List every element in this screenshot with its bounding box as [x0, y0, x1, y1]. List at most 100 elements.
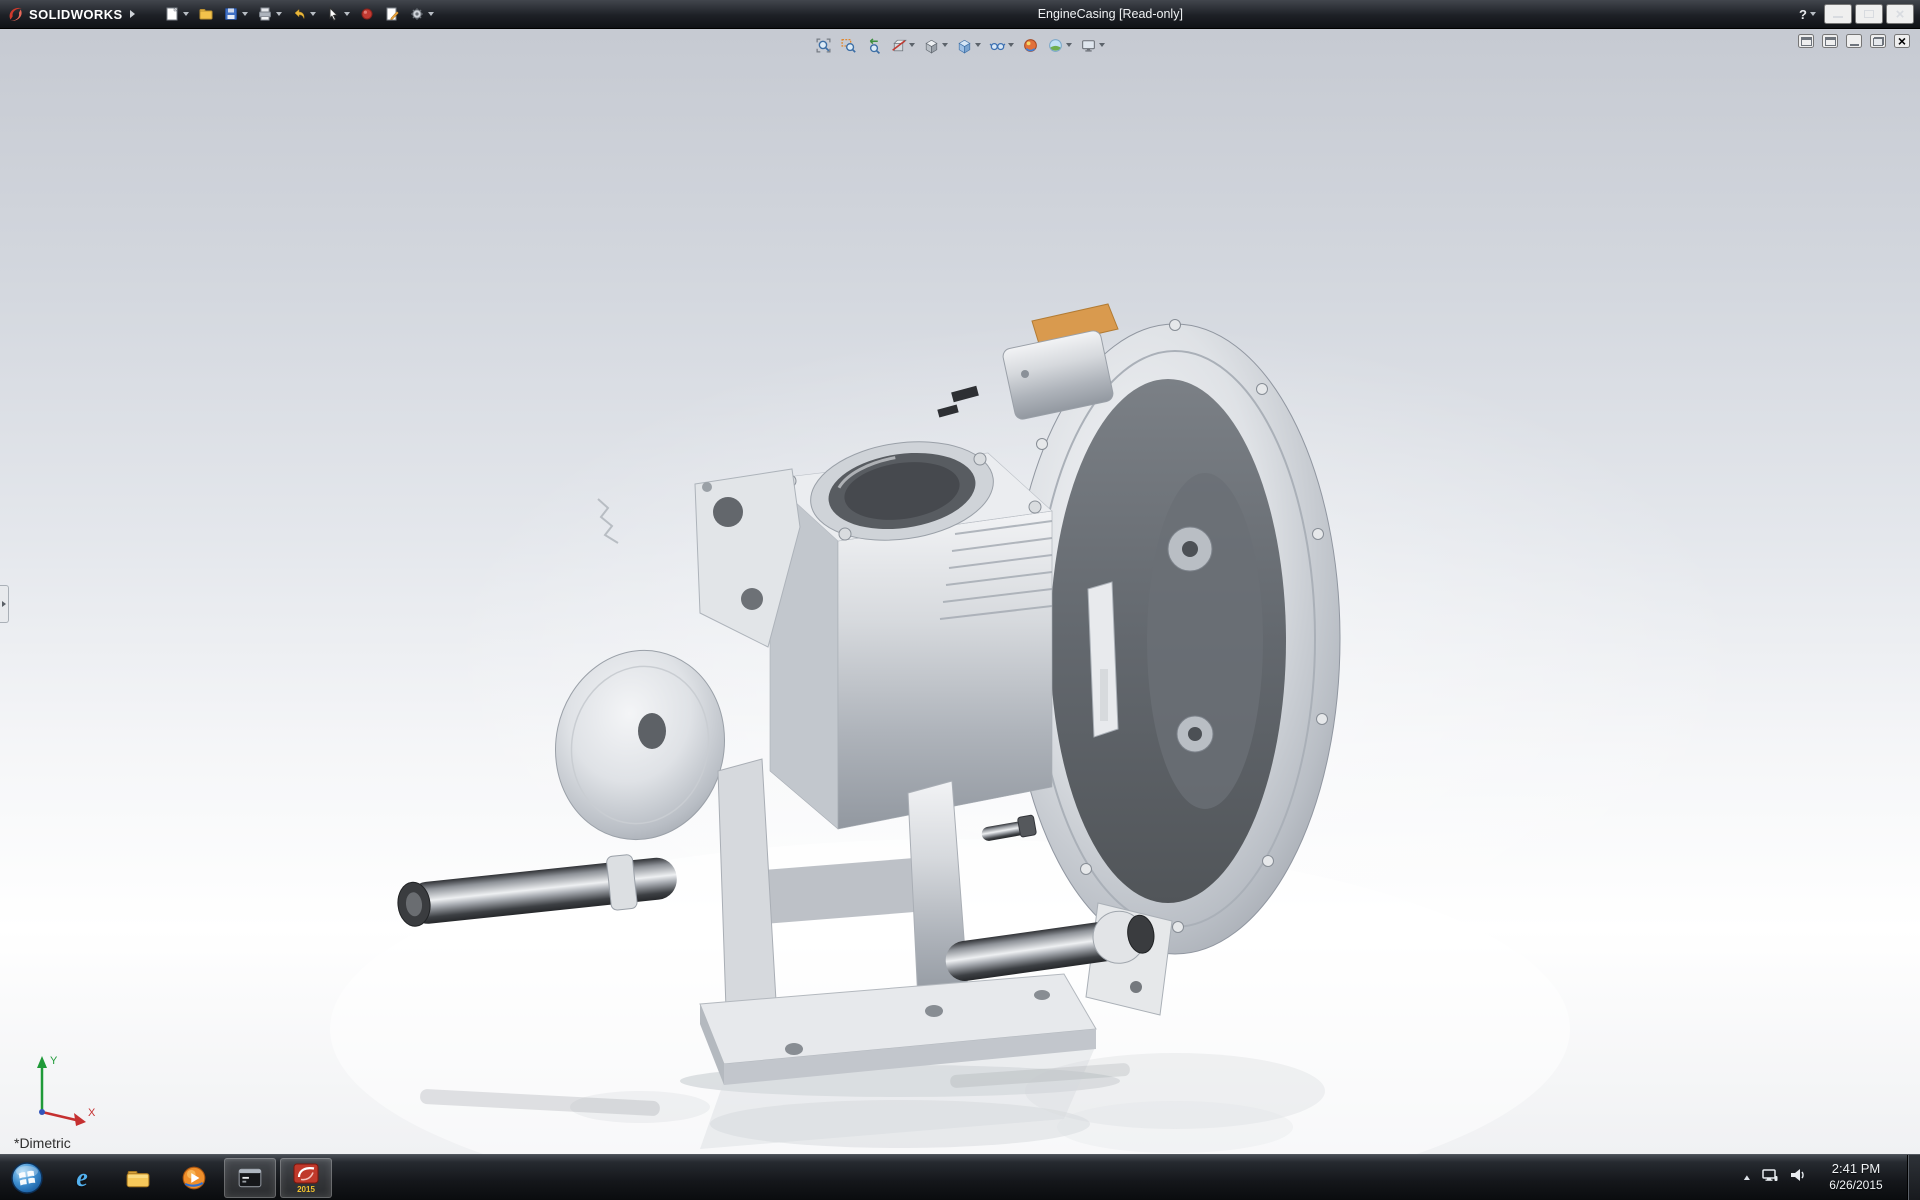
y-axis-arrow-icon [37, 1056, 47, 1068]
doc-cascade-icon [1825, 37, 1836, 46]
network-tray-icon[interactable] [1761, 1166, 1779, 1189]
options-gear-icon [409, 6, 425, 22]
maximize-button[interactable] [1855, 4, 1883, 24]
dropdown-caret-icon [1810, 12, 1816, 16]
solidworks-version-badge: 2015 [297, 1185, 315, 1193]
minimize-icon [1833, 16, 1843, 18]
undo-icon [291, 6, 307, 22]
internet-explorer-icon: e [76, 1165, 88, 1191]
view-orientation-button[interactable] [920, 34, 951, 56]
previous-view-button[interactable] [862, 34, 885, 56]
app-name: SOLIDWORKS [29, 7, 123, 22]
view-settings-button[interactable] [1077, 34, 1108, 56]
doc-restore-icon [1873, 37, 1884, 46]
zoom-to-area-button[interactable] [837, 34, 860, 56]
system-tray: ▲ 2:41 PM 6/26/2015 [1743, 1155, 1920, 1200]
show-desktop-button[interactable] [1907, 1155, 1920, 1200]
volume-tray-icon[interactable] [1789, 1166, 1807, 1189]
minimize-button[interactable] [1824, 4, 1852, 24]
save-icon [223, 6, 239, 22]
dropdown-caret-icon [909, 43, 915, 47]
clock-time: 2:41 PM [1819, 1161, 1893, 1178]
taskbar-media-player[interactable] [168, 1158, 220, 1198]
help-label: ? [1799, 7, 1807, 22]
x-axis-label: X [88, 1107, 96, 1119]
graphics-viewport[interactable]: × Y X *Dimetric [0, 29, 1920, 1154]
clock-date: 6/26/2015 [1819, 1178, 1893, 1194]
zoom-to-fit-button[interactable] [812, 34, 835, 56]
zoom-to-area-icon [840, 37, 857, 54]
panel-expand-arrow-icon [2, 601, 6, 607]
doc-new-window-icon [1801, 37, 1812, 46]
left-disc-part[interactable] [538, 635, 742, 856]
select-cursor-icon [325, 6, 341, 22]
heads-up-toolbar [812, 34, 1108, 56]
open-button[interactable] [195, 3, 217, 25]
hide-show-items-icon [989, 37, 1006, 54]
dropdown-caret-icon [975, 43, 981, 47]
bracket-plate-part[interactable] [598, 469, 800, 647]
window-title: EngineCasing [Read-only] [437, 7, 1784, 21]
ds-logo-icon [6, 5, 24, 23]
options-button[interactable] [406, 3, 437, 25]
doc-cascade-button[interactable] [1822, 34, 1838, 48]
window-controls: ? × [1794, 3, 1914, 25]
close-button[interactable]: × [1886, 4, 1914, 24]
select-button[interactable] [322, 3, 353, 25]
appearance-sphere-icon [359, 6, 375, 22]
file-properties-button[interactable] [381, 3, 403, 25]
taskbar-internet-explorer[interactable]: e [56, 1158, 108, 1198]
media-player-icon [181, 1165, 207, 1191]
view-settings-icon [1080, 37, 1097, 54]
dropdown-caret-icon [276, 12, 282, 16]
new-document-button[interactable] [161, 3, 192, 25]
doc-minimize-icon [1850, 44, 1859, 46]
previous-view-icon [865, 37, 882, 54]
engine-casing-model[interactable] [0, 29, 1920, 1154]
dropdown-caret-icon [428, 12, 434, 16]
view-orientation-label: *Dimetric [14, 1135, 71, 1151]
print-button[interactable] [254, 3, 285, 25]
apply-scene-button[interactable] [1044, 34, 1075, 56]
screen: SOLIDWORKS [0, 0, 1920, 1200]
dropdown-caret-icon [942, 43, 948, 47]
close-icon: × [1896, 7, 1905, 22]
maximize-icon [1864, 10, 1874, 18]
apply-scene-icon [1047, 37, 1064, 54]
small-bolt-part[interactable] [980, 815, 1037, 844]
dropdown-caret-icon [183, 12, 189, 16]
edit-appearance-button[interactable] [1019, 34, 1042, 56]
zoom-to-fit-icon [815, 37, 832, 54]
x-axis-arrow-icon [74, 1113, 86, 1126]
spring-detail [598, 499, 618, 543]
orientation-triad[interactable]: Y X [16, 1050, 100, 1130]
menu-expand-arrow-icon [130, 10, 135, 18]
undo-button[interactable] [288, 3, 319, 25]
doc-new-window-button[interactable] [1798, 34, 1814, 48]
taskbar-items: e [56, 1155, 332, 1200]
solidworks-menu-button[interactable]: SOLIDWORKS [6, 5, 135, 23]
windows-start-orb-icon [10, 1161, 44, 1195]
dropdown-caret-icon [344, 12, 350, 16]
z-axis-dot-icon [39, 1109, 45, 1115]
taskbar-solidworks[interactable]: 2015 [280, 1158, 332, 1198]
dropdown-caret-icon [1066, 43, 1072, 47]
panel-expand-tab[interactable] [0, 585, 9, 623]
hide-show-items-button[interactable] [986, 34, 1017, 56]
help-button[interactable]: ? [1794, 3, 1821, 25]
save-button[interactable] [220, 3, 251, 25]
doc-minimize-button[interactable] [1846, 34, 1862, 48]
section-view-button[interactable] [887, 34, 918, 56]
start-button[interactable] [0, 1155, 54, 1200]
command-prompt-icon [237, 1165, 263, 1191]
doc-restore-button[interactable] [1870, 34, 1886, 48]
taskbar-windows-explorer[interactable] [112, 1158, 164, 1198]
taskbar-clock[interactable]: 2:41 PM 6/26/2015 [1819, 1161, 1893, 1193]
doc-close-button[interactable]: × [1894, 34, 1910, 48]
y-axis-label: Y [50, 1055, 58, 1067]
taskbar-command-prompt[interactable] [224, 1158, 276, 1198]
display-style-icon [956, 37, 973, 54]
display-style-button[interactable] [953, 34, 984, 56]
appearance-button[interactable] [356, 3, 378, 25]
show-hidden-icons-button[interactable]: ▲ [1742, 1173, 1752, 1182]
